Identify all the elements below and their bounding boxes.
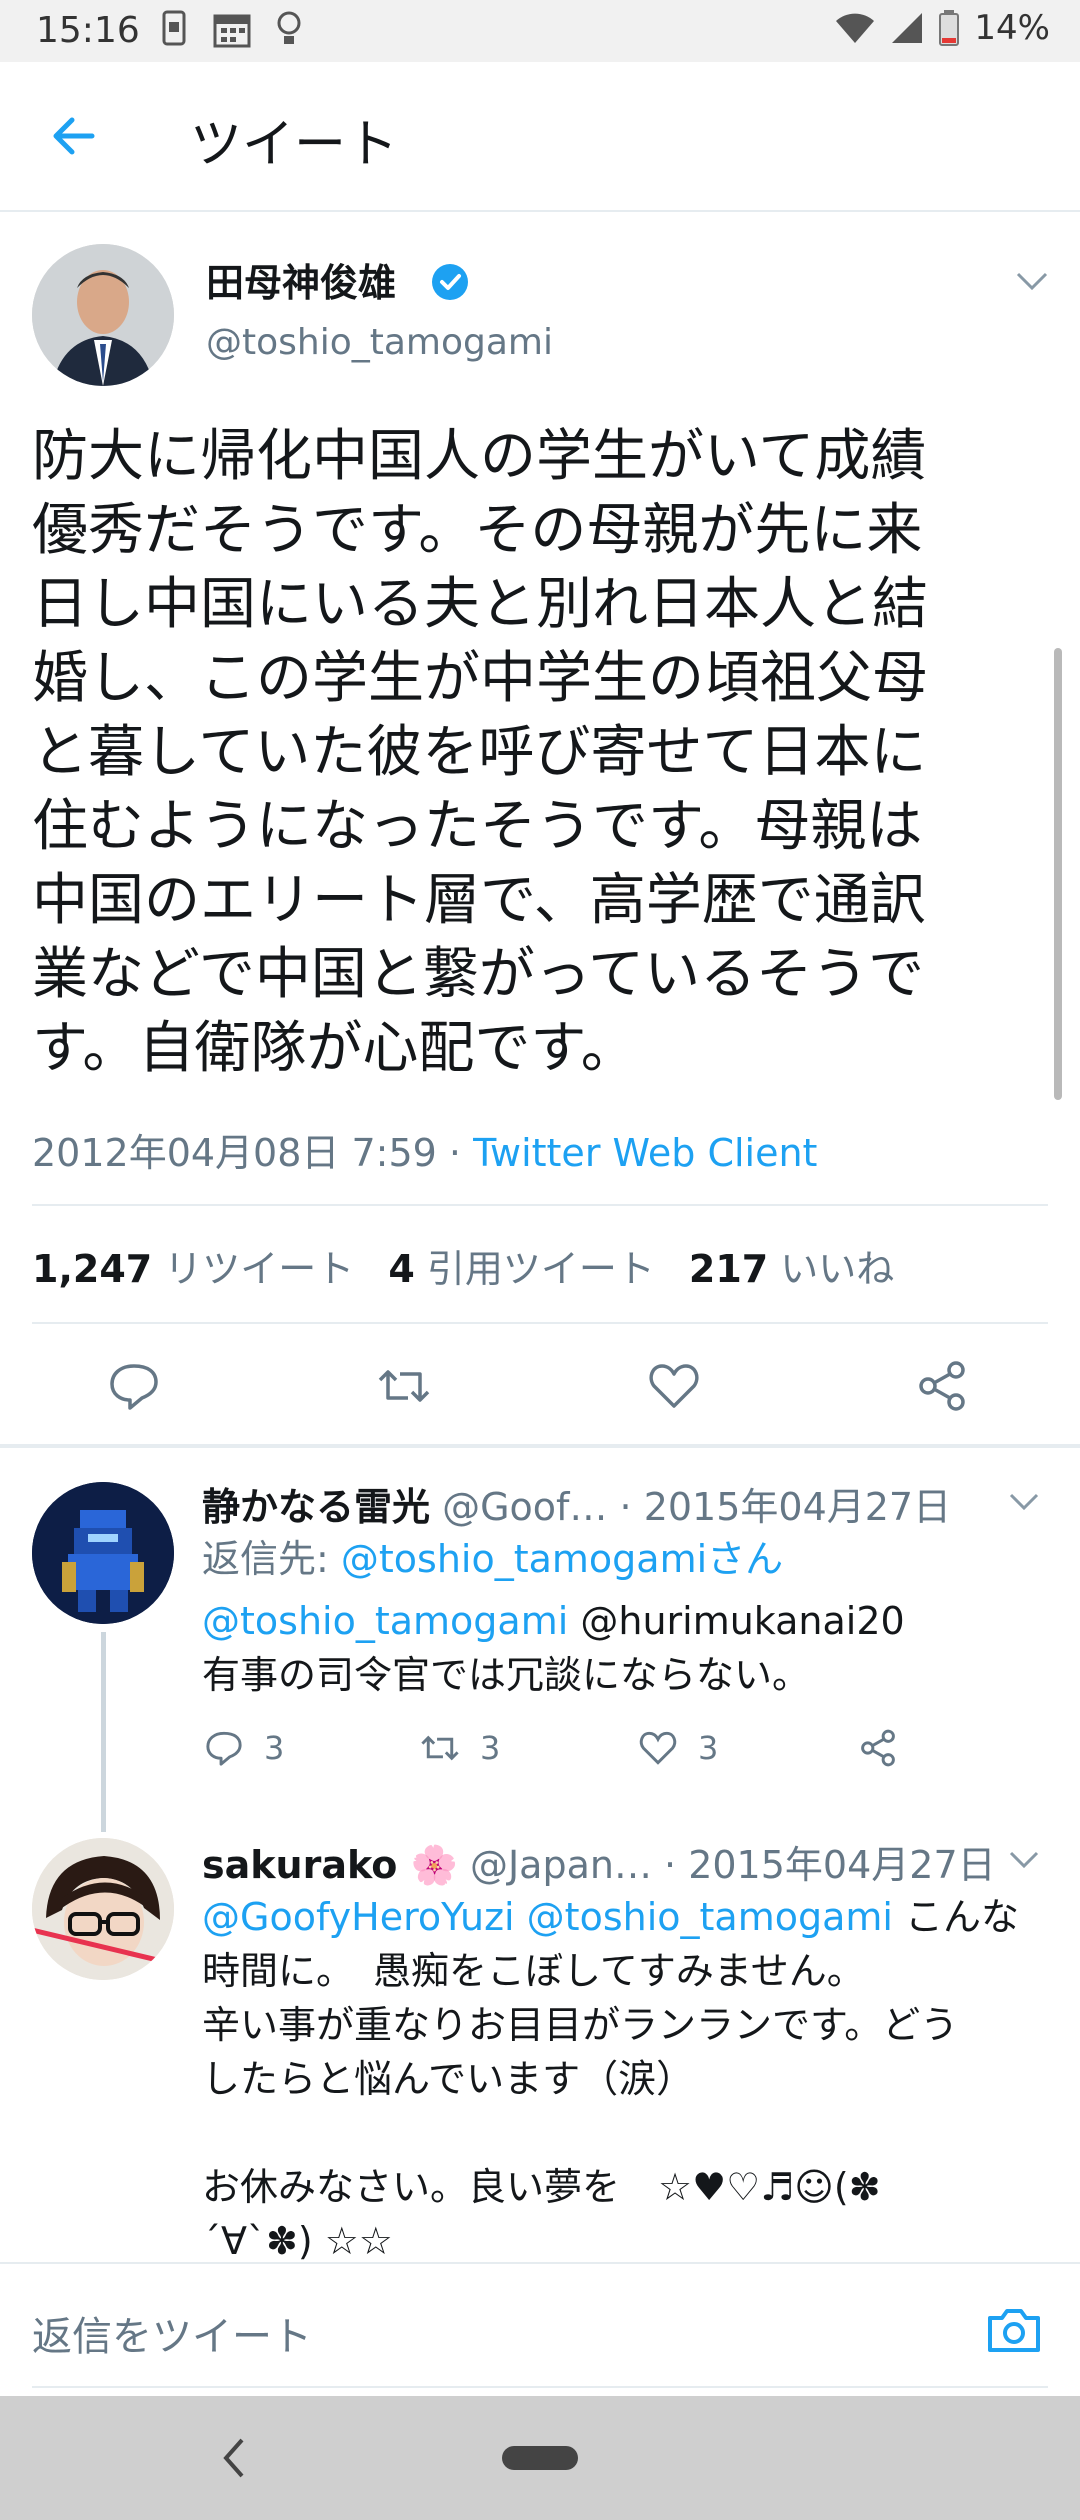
reply-like-action[interactable]: 3 <box>636 1726 718 1770</box>
retweets-label: リツイート <box>164 1247 355 1291</box>
likes-stat[interactable]: 217 いいね <box>689 1247 894 1291</box>
reply-reply-action[interactable]: 3 <box>202 1726 284 1770</box>
camera-icon[interactable] <box>984 2300 1044 2360</box>
reply-text: @toshio_tamogami @hurimukanai20 <box>202 1594 1052 1648</box>
reply-body: 時間に。 愚痴をこぼしてすみません。 辛い事が重なりお目目がランランです。どう … <box>202 1949 959 2263</box>
tweet-stats: 1,247 リツイート 4 引用ツイート 217 いいね <box>32 1238 894 1293</box>
thread-line <box>101 1632 106 1832</box>
reply-compose-bar[interactable]: 返信をツイート <box>0 2262 1080 2398</box>
system-nav-bar <box>0 2396 1080 2520</box>
divider <box>32 1322 1048 1324</box>
system-indicators: 14% <box>834 8 1050 48</box>
reply-body-inline: こんな <box>892 1895 1020 1939</box>
reply-date: · 2015年04月27日 <box>664 1843 996 1887</box>
retweets-stat[interactable]: 1,247 リツイート <box>32 1247 354 1291</box>
battery-level: 14% <box>974 8 1050 48</box>
reply-actions: 3 3 3 <box>202 1726 922 1786</box>
likes-label: いいね <box>780 1247 895 1291</box>
share-icon <box>861 1729 895 1767</box>
meta-separator: · <box>436 1131 474 1175</box>
status-time: 15:16 <box>36 10 140 51</box>
reply-count: 3 <box>264 1729 285 1767</box>
caret-down-icon[interactable] <box>1006 1488 1042 1516</box>
status-bar: 15:16 14% <box>0 0 1080 62</box>
wifi-icon <box>836 13 875 43</box>
share-icon[interactable] <box>912 1356 972 1416</box>
tweet-timestamp: 2012年04月08日 7:59 <box>32 1131 437 1175</box>
reply-date: · 2015年04月27日 <box>619 1485 952 1529</box>
reply-mention[interactable]: @GoofyHeroYuzi <box>202 1895 515 1939</box>
notification-icons <box>160 10 304 48</box>
caret-down-icon[interactable] <box>1006 1846 1042 1874</box>
author-avatar[interactable] <box>32 244 174 386</box>
author-name[interactable]: 田母神俊雄 <box>206 252 396 307</box>
quotes-stat[interactable]: 4 引用ツイート <box>388 1247 655 1291</box>
reply-header: 静かなる雷光 @Goof… · 2015年04月27日 <box>202 1476 951 1531</box>
nav-home-pill[interactable] <box>502 2446 578 2470</box>
reply-icon[interactable] <box>104 1356 164 1416</box>
calendar-icon <box>212 10 252 48</box>
quotes-count: 4 <box>388 1247 415 1291</box>
like-icon[interactable] <box>644 1356 704 1416</box>
likes-count: 217 <box>688 1247 769 1291</box>
quotes-label: 引用ツイート <box>426 1247 655 1291</box>
reply-header: sakurako 🌸 @Japan… · 2015年04月27日 <box>202 1834 996 1889</box>
retweets-count: 1,247 <box>32 1247 153 1291</box>
scrollbar[interactable] <box>1054 648 1062 1100</box>
reply-avatar[interactable] <box>32 1482 174 1624</box>
divider <box>0 1444 1080 1448</box>
reply-to-line: 返信先: @toshio_tamogamiさん <box>202 1532 1052 1586</box>
reply-author-name[interactable]: 静かなる雷光 <box>202 1485 430 1529</box>
reply-compose-placeholder[interactable]: 返信をツイート <box>32 2304 312 2362</box>
reply-share-action[interactable] <box>856 1726 900 1770</box>
tweet-client-link[interactable]: Twitter Web Client <box>473 1131 817 1175</box>
compose-underline <box>32 2386 1048 2388</box>
retweet-icon[interactable] <box>374 1356 434 1416</box>
reply-mention[interactable]: @toshio_tamogami <box>527 1895 893 1939</box>
battery-icon <box>939 10 960 46</box>
tweet-text: 防大に帰化中国人の学生がいて成績 優秀だそうです。その母親が先に来 日し中国にい… <box>32 424 928 1081</box>
reply-mention[interactable]: @toshio_tamogami <box>202 1599 568 1643</box>
page-title: ツイート <box>190 115 399 175</box>
reply-body: 有事の司令官では冗談にならない。 <box>202 1653 811 1697</box>
reply-mention[interactable]: @hurimukanai20 <box>568 1599 904 1643</box>
nav-back-icon[interactable] <box>212 2432 256 2484</box>
like-count: 3 <box>698 1729 719 1767</box>
reply-icon <box>206 1731 242 1766</box>
reply-text: @GoofyHeroYuzi @toshio_tamogami こんな <box>202 1890 1052 1944</box>
reply-avatar[interactable] <box>32 1838 174 1980</box>
phone-icon <box>160 10 190 48</box>
like-icon <box>639 1731 677 1765</box>
caret-down-icon[interactable] <box>1012 266 1052 296</box>
divider <box>32 1204 1048 1206</box>
reply-retweet-action[interactable]: 3 <box>418 1726 500 1770</box>
reply-author-name[interactable]: sakurako 🌸 <box>202 1843 458 1887</box>
retweet-icon <box>421 1735 459 1761</box>
author-handle[interactable]: @toshio_tamogami <box>206 322 553 363</box>
reply-to-handle[interactable]: @toshio_tamogamiさん <box>341 1537 783 1581</box>
app-header: ツイート <box>0 62 1080 212</box>
tweet-meta: 2012年04月08日 7:59 · Twitter Web Client <box>32 1122 817 1177</box>
reply-to-label: 返信先: <box>202 1537 341 1581</box>
back-arrow-icon[interactable] <box>44 104 108 168</box>
signal-icon <box>892 13 923 43</box>
lightbulb-icon <box>274 10 304 48</box>
reply-author-handle[interactable]: @Japan… <box>470 1843 652 1887</box>
retweet-count: 3 <box>480 1729 501 1767</box>
reply-author-handle[interactable]: @Goof… <box>442 1485 607 1529</box>
verified-badge-icon <box>432 264 468 300</box>
